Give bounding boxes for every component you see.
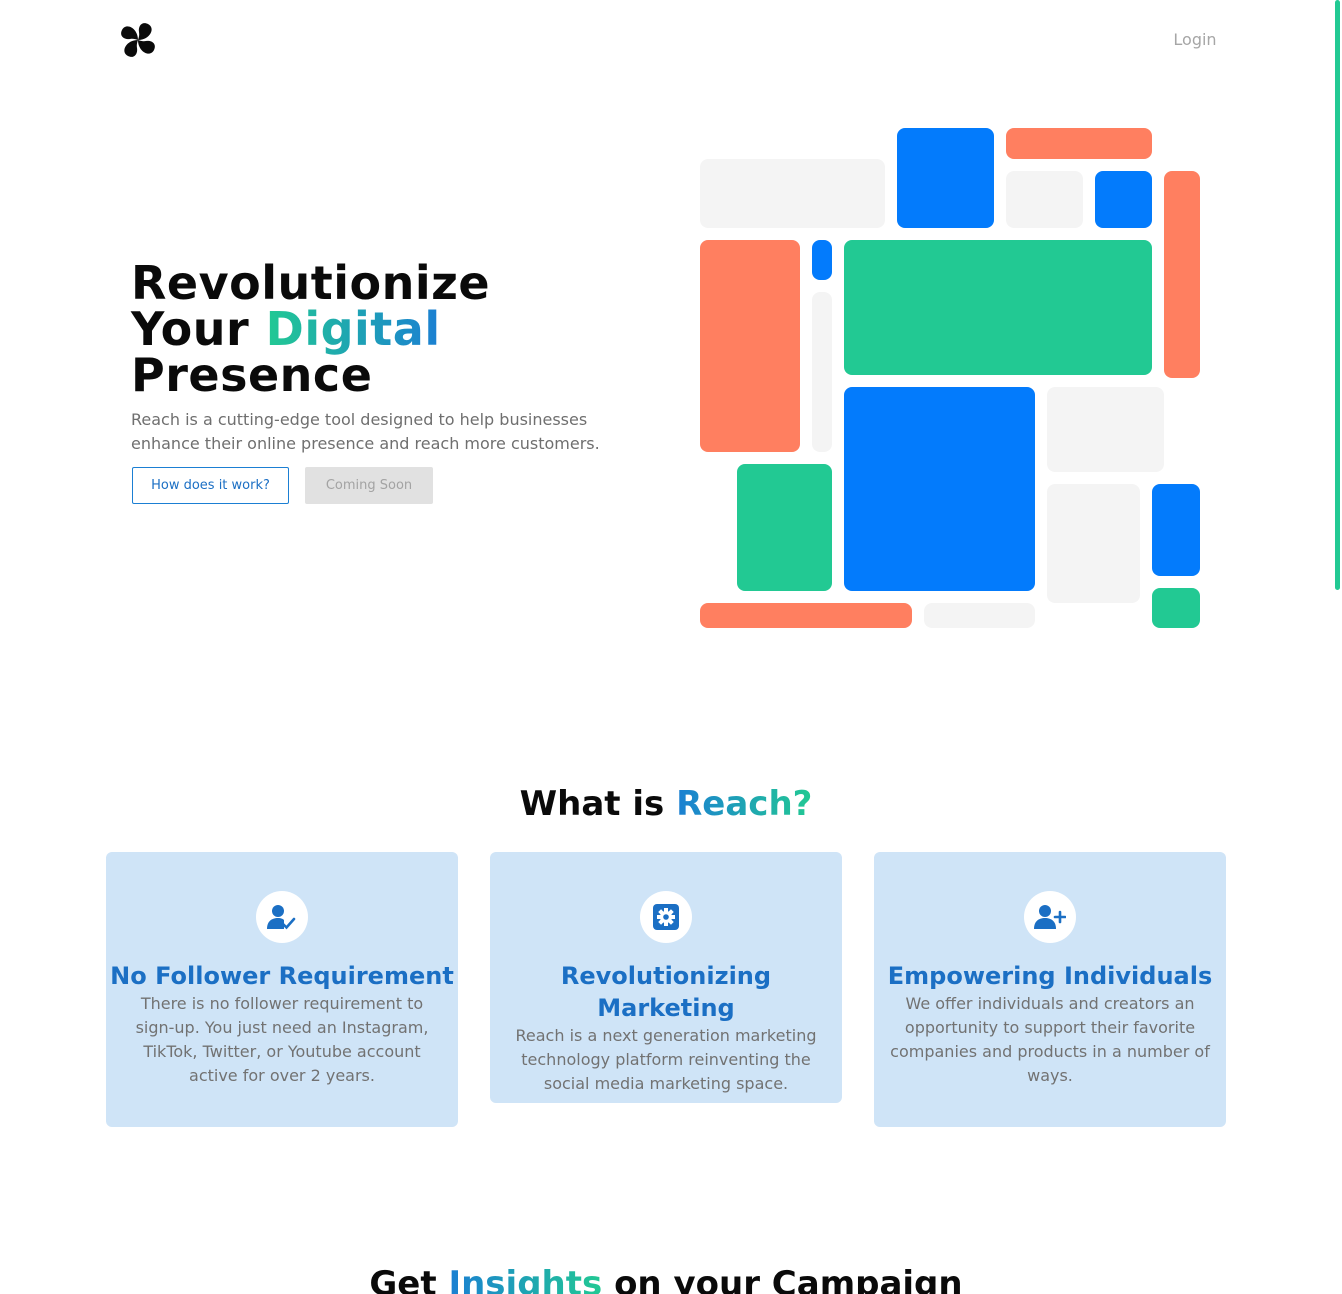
what-is-reach-title: What is Reach? xyxy=(0,784,1332,824)
mosaic-tile xyxy=(924,603,1035,628)
mosaic-tile xyxy=(1164,171,1200,378)
login-link[interactable]: Login xyxy=(1150,30,1240,49)
user-check-icon xyxy=(256,891,308,943)
mosaic-tile xyxy=(700,240,800,452)
mosaic-tile xyxy=(812,292,832,452)
insights-prefix: Get xyxy=(369,1264,449,1294)
mosaic-tile xyxy=(1006,171,1083,228)
mosaic-tile xyxy=(1006,128,1152,159)
hero-description: Reach is a cutting-edge tool designed to… xyxy=(131,410,600,453)
card-title: No Follower Requirement xyxy=(110,962,454,990)
feature-card-revolutionizing-marketing: Revolutionizing Marketing Reach is a nex… xyxy=(490,852,842,1103)
what-is-reach-highlight: Reach? xyxy=(676,784,813,824)
mosaic-tile xyxy=(844,240,1152,375)
mosaic-tile xyxy=(1047,484,1140,603)
mosaic-tile xyxy=(1047,387,1164,472)
mosaic-tile xyxy=(1152,588,1200,628)
mosaic-tile xyxy=(1095,171,1152,228)
hero-title: Revolutionize Your Digital Presence xyxy=(131,260,490,398)
mosaic-tile xyxy=(812,240,832,280)
mosaic-tile xyxy=(737,464,832,591)
insights-suffix: on your Campaign xyxy=(602,1264,963,1294)
hero-title-line2: Your Digital xyxy=(131,306,490,352)
card-text: There is no follower requirement to sign… xyxy=(135,994,429,1085)
user-plus-icon xyxy=(1024,891,1076,943)
mosaic-tile xyxy=(1152,484,1200,576)
card-text: Reach is a next generation marketing tec… xyxy=(515,1026,817,1093)
mosaic-tile xyxy=(700,603,912,628)
hero-title-line3: Presence xyxy=(131,348,373,402)
coming-soon-button[interactable]: Coming Soon xyxy=(305,467,433,504)
feature-card-no-follower: No Follower Requirement There is no foll… xyxy=(106,852,458,1127)
mosaic-tile xyxy=(897,128,994,228)
what-is-reach-prefix: What is xyxy=(519,784,677,824)
page-scrollbar[interactable] xyxy=(1335,0,1340,590)
insights-highlight: Insights xyxy=(448,1264,602,1294)
how-does-it-work-button[interactable]: How does it work? xyxy=(132,467,289,504)
card-title: Empowering Individuals xyxy=(887,962,1213,990)
hero-title-line1: Revolutionize xyxy=(131,256,491,310)
mosaic-tile xyxy=(844,387,1035,591)
card-text: We offer individuals and creators an opp… xyxy=(890,994,1210,1085)
reach-logo[interactable] xyxy=(118,20,158,60)
mosaic-tile xyxy=(700,159,885,228)
card-title: Revolutionizing Marketing xyxy=(560,962,772,1022)
insights-title: Get Insights on your Campaign xyxy=(0,1264,1332,1294)
gear-icon xyxy=(640,891,692,943)
feature-card-empowering-individuals: Empowering Individuals We offer individu… xyxy=(874,852,1226,1127)
